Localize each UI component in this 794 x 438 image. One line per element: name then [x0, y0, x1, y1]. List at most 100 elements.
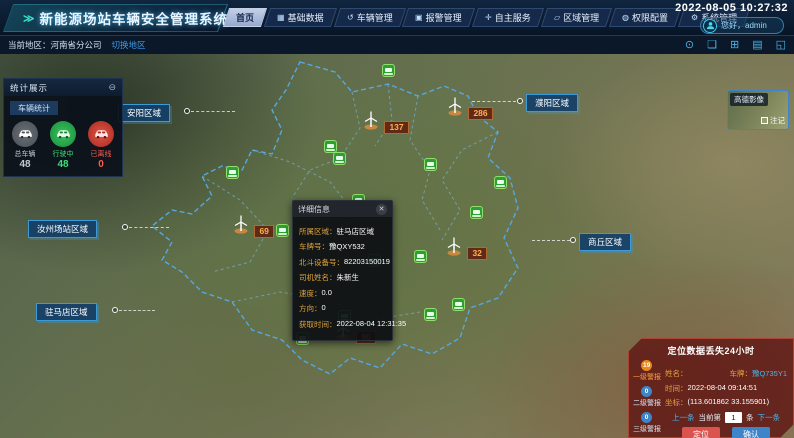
- prev-record-link[interactable]: 上一条: [672, 412, 695, 423]
- cluster-count: 286: [468, 107, 492, 120]
- tab-alarm-mgmt[interactable]: ▣报警管理: [402, 8, 475, 27]
- annotation-checkbox[interactable]: 注记: [761, 115, 785, 126]
- checkbox-label: 注记: [770, 115, 785, 126]
- stat-label: 总车辆: [15, 149, 36, 159]
- vehicle-marker-icon[interactable]: [452, 298, 465, 311]
- close-icon[interactable]: ✕: [376, 204, 387, 215]
- stat-value: 0: [98, 159, 104, 170]
- collapse-icon[interactable]: ⊖: [108, 83, 116, 92]
- checkbox-icon: [761, 117, 768, 124]
- popup-field-direction: 方向：0: [299, 303, 386, 314]
- fullscreen-icon[interactable]: ◱: [776, 40, 786, 51]
- database-icon: ▦: [277, 13, 285, 22]
- connector-dot: [122, 224, 128, 230]
- region-button-anyang[interactable]: 安阳区域: [118, 104, 170, 122]
- cluster-marker[interactable]: 286: [446, 96, 493, 121]
- connector-line: [129, 227, 169, 228]
- popup-field-driver: 司机姓名：朱新生: [299, 272, 386, 283]
- top-header: ≫ 新能源场站车辆安全管理系统 ≪ 首页 ▦基础数据 ↺车辆管理 ▣报警管理 ✛…: [0, 0, 794, 36]
- vehicle-stats-tab[interactable]: 车辆统计: [10, 101, 58, 115]
- alert-count-badge: 19: [641, 360, 652, 371]
- service-icon: ✛: [485, 13, 492, 22]
- next-record-link[interactable]: 下一条: [758, 412, 781, 423]
- alert-detail: 姓名： 车牌：豫Q735Y1 时间： 2022-08-04 09:14:51 坐…: [665, 360, 793, 438]
- apps-grid-icon[interactable]: ⊞: [730, 40, 739, 51]
- alert-buttons: 定位 确认: [665, 427, 787, 438]
- target-icon[interactable]: ⊙: [685, 40, 694, 51]
- tab-region-mgmt[interactable]: ▱区域管理: [541, 8, 612, 27]
- connector-line: [472, 101, 516, 102]
- tab-basic-data[interactable]: ▦基础数据: [264, 8, 337, 27]
- region-button-shangqiu[interactable]: 商丘区域: [579, 233, 631, 251]
- alert-row-coord: 坐标： (113.601862 33.155901): [665, 397, 787, 408]
- alert-count-badge: 0: [641, 412, 652, 423]
- cluster-marker[interactable]: 32: [445, 236, 487, 261]
- cluster-marker[interactable]: 69: [232, 214, 274, 239]
- alert-tab-level1[interactable]: 19 一级警报: [633, 360, 665, 382]
- popup-field-region: 所属区域：驻马店区域: [299, 226, 386, 237]
- alert-panel: 定位数据丢失24小时 19 一级警报 0 二级警报 0 三级警报: [628, 338, 794, 438]
- cluster-count: 69: [254, 225, 273, 238]
- vehicle-marker-icon[interactable]: [324, 140, 337, 153]
- region-button-puyang[interactable]: 濮阳区域: [526, 94, 578, 112]
- minimap[interactable]: 高德影像 注记: [727, 90, 789, 130]
- popup-body: 所属区域：驻马店区域 车牌号：豫QXY532 北斗设备号：82203150019…: [293, 217, 392, 340]
- alert-plate-value: 豫Q735Y1: [752, 369, 787, 378]
- system-clock: 2022-08-05 10:27:32: [675, 2, 788, 14]
- page-number-input[interactable]: [725, 412, 742, 423]
- car-icon: [12, 121, 38, 147]
- tab-self-service[interactable]: ✛自主服务: [472, 8, 544, 27]
- satellite-map[interactable]: 137 286 69 32 90 安阳区域 濮阳区域 汝州场站区域 商丘区域: [0, 54, 794, 438]
- connector-dot: [570, 237, 576, 243]
- toolbox-icon[interactable]: ▤: [752, 40, 762, 51]
- vehicle-stats-row: 总车辆 48 行驶中 48 已离线 0: [4, 117, 122, 176]
- confirm-button[interactable]: 确认: [732, 427, 770, 438]
- stat-offline: 已离线 0: [83, 121, 119, 170]
- layers-icon[interactable]: ❏: [707, 40, 717, 51]
- alert-panel-title: 定位数据丢失24小时: [629, 344, 793, 357]
- tab-permission-config[interactable]: ◍权限配置: [609, 8, 681, 27]
- permission-icon: ◍: [622, 13, 629, 22]
- vehicle-marker-icon[interactable]: [333, 152, 346, 165]
- wind-turbine-icon: [232, 214, 250, 234]
- user-menu[interactable]: 您好，admin: [700, 17, 784, 34]
- tab-vehicle-mgmt[interactable]: ↺车辆管理: [334, 8, 406, 27]
- user-greeting: 您好，admin: [721, 20, 767, 31]
- popup-field-speed: 速度：0.0: [299, 288, 386, 299]
- alert-row-name-plate: 姓名： 车牌：豫Q735Y1: [665, 363, 787, 381]
- statistics-panel: 统计展示 ⊖ 车辆统计 总车辆 48 行驶中 48: [3, 78, 123, 177]
- cluster-count: 32: [467, 247, 486, 260]
- popup-field-plate: 车牌号：豫QXY532: [299, 241, 386, 252]
- map-region-icon: ▱: [554, 13, 560, 22]
- region-button-zhumadian[interactable]: 驻马店区域: [36, 303, 97, 321]
- region-button-ruzhou[interactable]: 汝州场站区域: [28, 220, 97, 238]
- alert-panel-body: 19 一级警报 0 二级警报 0 三级警报 姓名： 车牌：豫Q7: [629, 360, 793, 438]
- connector-dot: [112, 307, 118, 313]
- vehicle-marker-icon[interactable]: [414, 250, 427, 263]
- alarm-icon: ▣: [415, 13, 423, 22]
- connector-line: [119, 310, 155, 311]
- stat-total-vehicles: 总车辆 48: [7, 121, 43, 170]
- popup-field-device: 北斗设备号：82203150019: [299, 257, 386, 268]
- vehicle-marker-icon[interactable]: [424, 308, 437, 321]
- stat-value: 48: [19, 159, 30, 170]
- alert-tab-level3[interactable]: 0 三级警报: [633, 412, 665, 434]
- car-icon: [50, 121, 76, 147]
- stat-driving: 行驶中 48: [45, 121, 81, 170]
- switch-region-link[interactable]: 切换地区: [112, 39, 146, 51]
- vehicle-marker-icon[interactable]: [276, 224, 289, 237]
- popup-header: 详细信息 ✕: [293, 201, 392, 217]
- vehicle-marker-icon[interactable]: [470, 206, 483, 219]
- statistics-panel-header: 统计展示 ⊖: [4, 79, 122, 96]
- vehicle-marker-icon[interactable]: [494, 176, 507, 189]
- vehicle-marker-icon[interactable]: [424, 158, 437, 171]
- tab-home[interactable]: 首页: [223, 8, 267, 27]
- cluster-marker[interactable]: 137: [362, 110, 409, 135]
- alert-count-badge: 0: [641, 386, 652, 397]
- vehicle-marker-icon[interactable]: [382, 64, 395, 77]
- vehicle-marker-icon[interactable]: [226, 166, 239, 179]
- app-title-banner: ≫ 新能源场站车辆安全管理系统 ≪: [3, 4, 228, 32]
- alert-tab-level2[interactable]: 0 二级警报: [633, 386, 665, 408]
- alert-level-tabs: 19 一级警报 0 二级警报 0 三级警报: [629, 360, 665, 438]
- locate-button[interactable]: 定位: [682, 427, 720, 438]
